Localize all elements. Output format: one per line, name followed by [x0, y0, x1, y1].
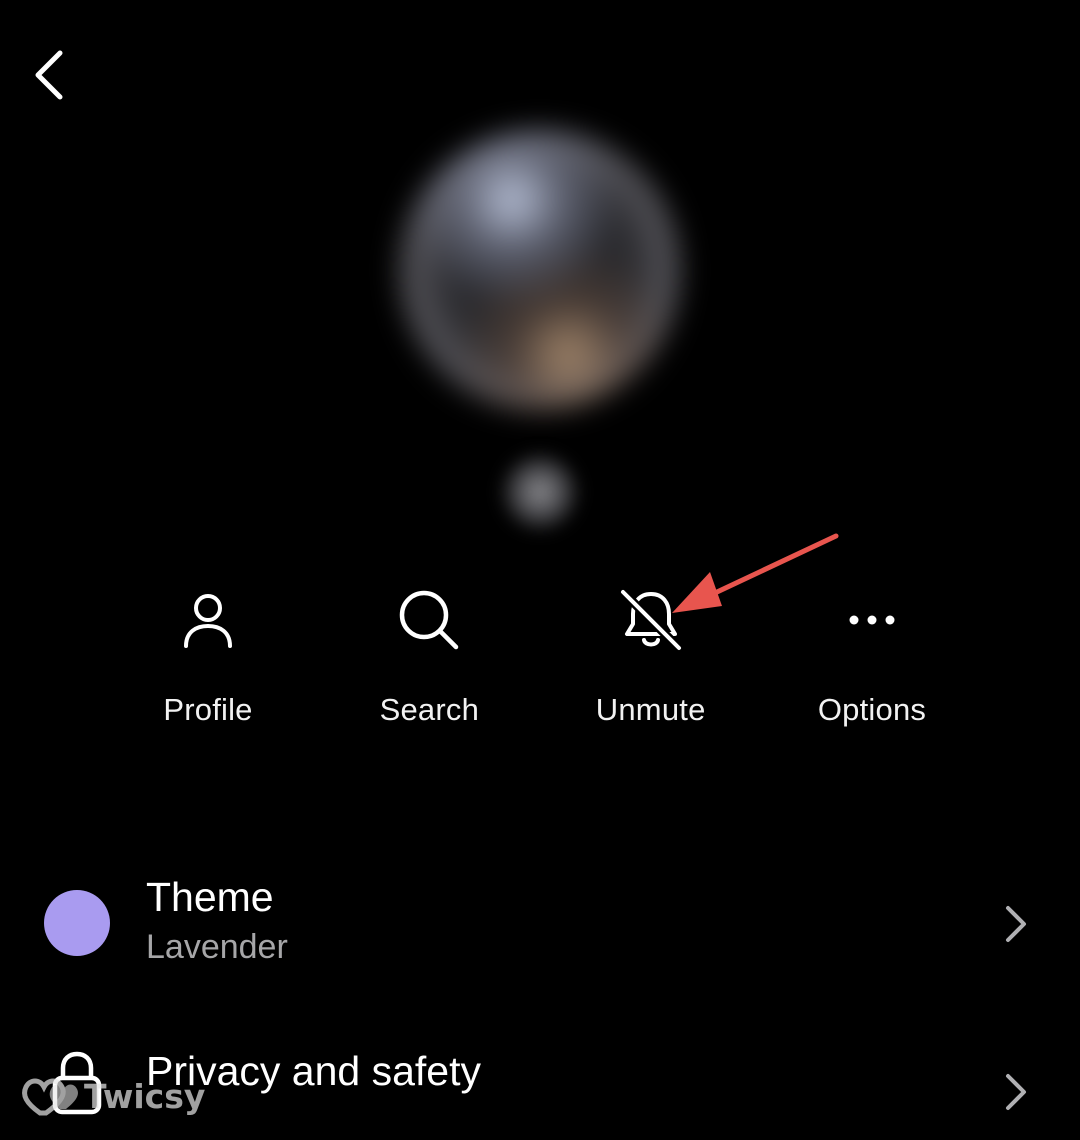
chevron-right-icon	[1006, 1074, 1026, 1110]
watermark-text: Twicsy	[84, 1076, 206, 1116]
more-horizontal-icon	[832, 580, 912, 660]
action-bar: Profile Search Unmute Options	[98, 580, 982, 750]
profile-name-blurred	[500, 452, 580, 532]
profile-button[interactable]: Profile	[98, 580, 318, 750]
search-button[interactable]: Search	[319, 580, 539, 750]
options-label: Options	[817, 692, 927, 727]
bell-slash-icon	[611, 580, 691, 660]
avatar	[360, 100, 720, 460]
search-icon	[389, 580, 469, 660]
person-icon	[168, 580, 248, 660]
chevron-right-icon	[1006, 906, 1026, 942]
unmute-label: Unmute	[595, 692, 706, 727]
back-button[interactable]	[18, 40, 78, 110]
watermark-logo-icon	[22, 1078, 78, 1116]
theme-row[interactable]: Theme Lavender	[0, 860, 1080, 1000]
unmute-button[interactable]: Unmute	[541, 580, 761, 750]
options-button[interactable]: Options	[762, 580, 982, 750]
avatar-image	[400, 130, 680, 410]
theme-value: Lavender	[146, 928, 288, 966]
theme-color-swatch	[44, 890, 110, 956]
chevron-left-icon	[35, 50, 63, 100]
profile-label: Profile	[163, 692, 253, 727]
watermark: Twicsy	[20, 1070, 205, 1122]
theme-title: Theme	[146, 874, 274, 920]
search-label: Search	[379, 692, 480, 727]
